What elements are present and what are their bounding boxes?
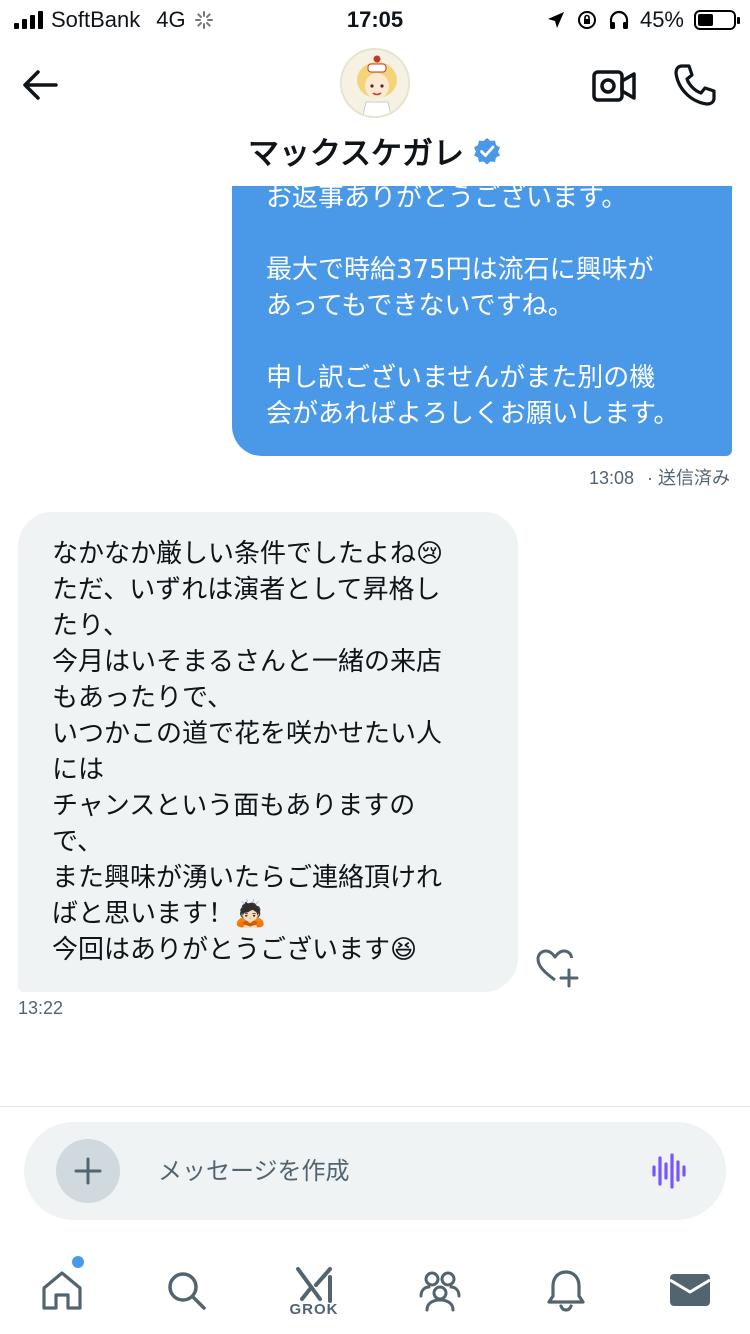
tab-notifications[interactable] <box>536 1260 596 1320</box>
avatar[interactable] <box>340 48 410 118</box>
outgoing-meta: 13:08 · 送信済み <box>589 464 730 490</box>
search-icon <box>168 1272 206 1310</box>
tab-search[interactable] <box>156 1260 216 1320</box>
notifications-icon <box>547 1270 585 1312</box>
composer-divider <box>0 1106 750 1107</box>
location-arrow-icon <box>547 12 564 28</box>
incoming-message-bubble[interactable]: なかなか厳しい条件でしたよね😢 ただ、いずれは演者として昇格し たり、 今月はい… <box>18 512 518 992</box>
peer-name: マックスケガレ <box>247 136 465 172</box>
plus-icon <box>74 1157 102 1185</box>
video-camera-icon <box>592 70 636 102</box>
verified-badge-icon <box>474 137 501 164</box>
tab-messages[interactable] <box>660 1260 720 1320</box>
voice-message-button[interactable] <box>650 1152 690 1190</box>
incoming-time: 13:22 <box>18 998 64 1018</box>
voice-wave-icon <box>652 1153 686 1189</box>
orientation-lock-icon <box>577 11 596 29</box>
tab-grok[interactable]: GROK <box>284 1260 344 1320</box>
outgoing-paragraph: 最大で時給375円は流石に興味が あってもできないですね。 <box>266 255 654 321</box>
battery-percent: 45% <box>639 7 684 32</box>
bottom-tab-bar: GROK <box>0 1240 750 1334</box>
add-reaction-button[interactable] <box>534 946 580 988</box>
outgoing-time: 13:08 <box>588 468 634 488</box>
video-call-button[interactable] <box>590 64 638 108</box>
status-right: 45% <box>546 7 740 33</box>
message-composer <box>24 1122 726 1220</box>
headphones-icon <box>609 10 629 29</box>
outgoing-paragraph: 申し訳ございませんがまた別の機 会があればよろしくお願いします。 <box>266 363 680 429</box>
grok-label: GROK <box>289 1300 339 1318</box>
voice-call-button[interactable] <box>672 62 718 108</box>
battery-fill <box>698 14 713 26</box>
grok-icon <box>296 1266 332 1303</box>
outgoing-status: · 送信済み <box>647 468 730 488</box>
battery-icon <box>694 10 740 30</box>
avatar-illustration <box>342 50 408 116</box>
messages-icon <box>669 1274 711 1306</box>
home-icon <box>42 1271 82 1310</box>
message-input[interactable] <box>158 1152 618 1190</box>
communities-icon <box>419 1271 461 1312</box>
notification-dot <box>72 1256 84 1268</box>
add-attachment-button[interactable] <box>56 1139 120 1203</box>
heart-plus-icon <box>536 949 579 988</box>
back-button[interactable] <box>18 62 64 108</box>
outgoing-message-bubble[interactable]: お返事ありがとうございます。 最大で時給375円は流石に興味が あってもできない… <box>232 150 732 456</box>
conversation-header: マックスケガレ <box>0 40 750 186</box>
tab-communities[interactable] <box>410 1260 470 1320</box>
phone-icon <box>674 64 716 106</box>
tab-home[interactable] <box>32 1256 92 1320</box>
arrow-left-icon <box>23 70 58 100</box>
conversation-title[interactable]: マックスケガレ <box>0 128 750 173</box>
status-bar: SoftBank 4G 17:05 45% <box>0 0 750 40</box>
